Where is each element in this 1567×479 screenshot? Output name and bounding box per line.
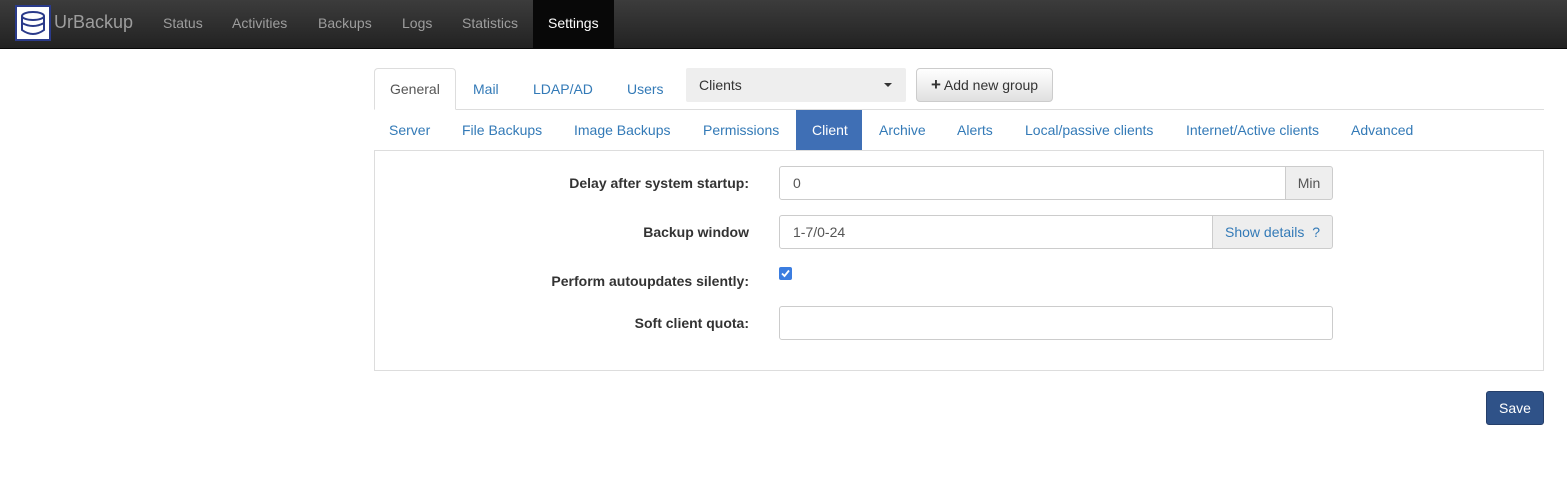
backup-window-input[interactable]: 1-7/0-24 bbox=[779, 215, 1213, 249]
subtab-file-backups[interactable]: File Backups bbox=[446, 110, 558, 150]
delay-unit: Min bbox=[1285, 166, 1333, 200]
soft-quota-label: Soft client quota: bbox=[634, 315, 749, 331]
delay-input[interactable]: 0 bbox=[779, 166, 1286, 200]
subtab-server[interactable]: Server bbox=[373, 110, 446, 150]
subtab-advanced[interactable]: Advanced bbox=[1335, 110, 1429, 150]
tab-ldap-ad[interactable]: LDAP/AD bbox=[518, 68, 608, 110]
delay-label: Delay after system startup: bbox=[569, 175, 749, 191]
autoupdate-label: Perform autoupdates silently: bbox=[551, 273, 749, 289]
group-select[interactable]: Clients bbox=[686, 68, 906, 102]
database-icon[interactable] bbox=[15, 5, 51, 41]
nav-status[interactable]: Status bbox=[148, 0, 218, 48]
soft-quota-input[interactable] bbox=[779, 306, 1333, 340]
checkmark-icon bbox=[781, 269, 790, 278]
subtab-local-passive-clients[interactable]: Local/passive clients bbox=[1009, 110, 1169, 150]
nav-settings[interactable]: Settings bbox=[533, 0, 614, 48]
save-button[interactable]: Save bbox=[1486, 391, 1544, 425]
show-details-label: Show details bbox=[1225, 224, 1305, 240]
subtab-client[interactable]: Client bbox=[796, 110, 862, 150]
tab-users[interactable]: Users bbox=[612, 68, 679, 110]
add-new-group-label: Add new group bbox=[943, 77, 1039, 93]
nav-backups[interactable]: Backups bbox=[303, 0, 387, 48]
subtab-archive[interactable]: Archive bbox=[863, 110, 942, 150]
backup-window-label: Backup window bbox=[643, 224, 749, 240]
autoupdate-checkbox[interactable] bbox=[779, 267, 792, 280]
subtab-permissions[interactable]: Permissions bbox=[687, 110, 795, 150]
add-new-group-button[interactable]: + Add new group bbox=[916, 68, 1053, 102]
subtab-internet-active-clients[interactable]: Internet/Active clients bbox=[1170, 110, 1335, 150]
subtab-image-backups[interactable]: Image Backups bbox=[558, 110, 687, 150]
tab-general[interactable]: General bbox=[374, 68, 456, 110]
nav-logs[interactable]: Logs bbox=[387, 0, 447, 48]
brand-name[interactable]: UrBackup bbox=[54, 12, 133, 33]
show-details-button[interactable]: Show details ? bbox=[1212, 215, 1333, 249]
subtab-alerts[interactable]: Alerts bbox=[941, 110, 1009, 150]
nav-statistics[interactable]: Statistics bbox=[447, 0, 533, 48]
tab-mail[interactable]: Mail bbox=[458, 68, 514, 110]
nav-activities[interactable]: Activities bbox=[217, 0, 302, 48]
help-icon: ? bbox=[1312, 224, 1320, 240]
plus-icon: + bbox=[930, 75, 941, 94]
top-navbar: UrBackup Status Activities Backups Logs … bbox=[0, 0, 1567, 49]
group-select-value: Clients bbox=[699, 77, 742, 93]
caret-down-icon bbox=[884, 83, 892, 87]
